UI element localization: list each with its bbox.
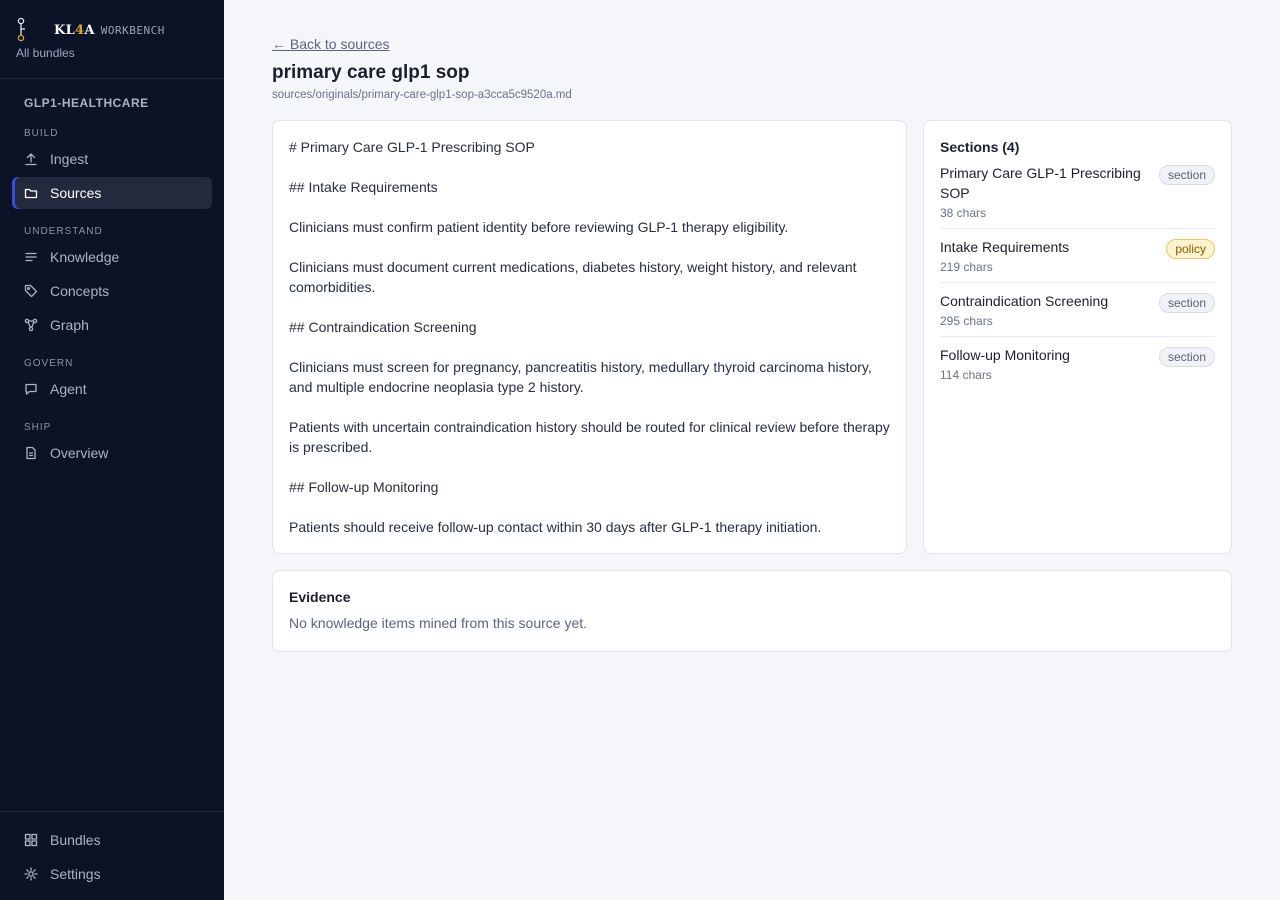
sidebar: KL4A WORKBENCH All bundles GLP1-HEALTHCA… — [0, 0, 224, 900]
group-label-ship: SHIP — [24, 422, 52, 433]
section-char-count: 219 chars — [940, 260, 993, 274]
section-char-count: 114 chars — [940, 368, 992, 382]
sidebar-item-sources[interactable]: Sources — [12, 177, 212, 209]
section-type-badge: section — [1158, 347, 1215, 367]
section-char-count: 38 chars — [940, 206, 987, 220]
sidebar-item-label: Sources — [50, 185, 102, 201]
section-type-badge: section — [1158, 165, 1215, 185]
sidebar-item-overview[interactable]: Overview — [12, 437, 212, 469]
logo-icon — [16, 16, 44, 44]
evidence-title: Evidence — [289, 589, 351, 605]
sidebar-item-knowledge[interactable]: Knowledge — [12, 241, 212, 273]
document-heading: ## Follow-up Monitoring — [289, 479, 439, 495]
document-content-card: # Primary Care GLP-1 Prescribing SOP ## I… — [272, 120, 907, 554]
sidebar-item-graph[interactable]: Graph — [12, 309, 212, 341]
brand-header: KL4A WORKBENCH All bundles — [0, 0, 224, 79]
group-label-understand: UNDERSTAND — [24, 226, 103, 237]
section-name: Contraindication Screening — [940, 293, 1109, 309]
all-bundles-link[interactable]: All bundles — [16, 46, 75, 60]
document-heading: # Primary Care GLP-1 Prescribing SOP — [289, 139, 535, 155]
sections-list: Primary Care GLP-1 Prescribing SOP 38 cha… — [940, 163, 1215, 390]
tag-icon — [24, 284, 38, 298]
document-spacer — [289, 297, 890, 317]
sidebar-item-settings[interactable]: Settings — [12, 858, 212, 890]
section-item[interactable]: Follow-up Monitoring 114 chars section — [940, 345, 1215, 390]
document-spacer — [289, 197, 890, 217]
brand-name: KL4A — [54, 22, 95, 38]
section-info: Follow-up Monitoring 114 chars — [940, 345, 1070, 382]
sidebar-item-label: Overview — [50, 445, 109, 461]
section-item[interactable]: Primary Care GLP-1 Prescribing SOP 38 cha… — [940, 163, 1215, 229]
sidebar-item-label: Ingest — [50, 151, 89, 167]
sections-panel: Sections (4) Primary Care GLP-1 Prescrib… — [923, 120, 1232, 554]
source-path: sources/originals/primary-care-glp1-sop-… — [272, 89, 572, 101]
document-spacer — [289, 237, 890, 257]
document-icon — [24, 446, 38, 460]
sidebar-item-label: Bundles — [50, 832, 101, 848]
sections-title: Sections (4) — [940, 139, 1020, 155]
evidence-empty-text: No knowledge items mined from this sourc… — [289, 615, 588, 631]
group-label-govern: GOVERN — [24, 358, 74, 369]
upload-icon — [24, 152, 38, 166]
document-paragraph-line: and multiple endocrine neoplasia type 2 … — [289, 379, 584, 395]
sidebar-item-label: Knowledge — [50, 249, 120, 265]
sidebar-item-agent[interactable]: Agent — [12, 373, 212, 405]
document-heading: ## Contraindication Screening — [289, 319, 477, 335]
list-icon — [24, 250, 38, 264]
folder-icon — [24, 186, 38, 200]
graph-icon — [24, 318, 38, 332]
chat-icon — [24, 382, 38, 396]
section-type-badge: section — [1158, 293, 1215, 313]
main-content: ← Back to sources primary care glp1 sop … — [224, 0, 1280, 900]
sidebar-item-label: Concepts — [50, 283, 110, 299]
document-spacer — [289, 337, 890, 357]
document-spacer — [289, 397, 890, 417]
section-info: Intake Requirements 219 chars — [940, 237, 1069, 274]
section-info: Contraindication Screening 295 chars — [940, 291, 1108, 328]
document-heading: ## Intake Requirements — [289, 179, 438, 195]
section-name: Intake Requirements — [940, 239, 1070, 255]
document-spacer — [289, 457, 890, 477]
section-name: Follow-up Monitoring — [940, 347, 1070, 363]
sidebar-item-label: Agent — [50, 381, 87, 397]
sidebar-item-bundles[interactable]: Bundles — [12, 824, 212, 856]
evidence-panel: Evidence No knowledge items mined from t… — [272, 570, 1232, 652]
document-paragraph-line: Patients should receive follow-up contac… — [289, 519, 822, 535]
sidebar-item-ingest[interactable]: Ingest — [12, 143, 212, 175]
sidebar-bottom: Bundles Settings — [0, 811, 224, 900]
brand-subtitle: WORKBENCH — [100, 23, 165, 37]
back-to-sources-link[interactable]: ← Back to sources — [272, 36, 390, 52]
section-item[interactable]: Contraindication Screening 295 chars secti… — [940, 291, 1215, 337]
document-paragraph-line: Clinicians must confirm patient identity… — [289, 219, 789, 235]
sidebar-item-label: Graph — [50, 317, 89, 333]
sidebar-item-concepts[interactable]: Concepts — [12, 275, 212, 307]
sidebar-item-label: Settings — [50, 866, 101, 882]
section-char-count: 295 chars — [940, 314, 993, 328]
gear-icon — [24, 867, 38, 881]
brand-row[interactable]: KL4A WORKBENCH — [16, 16, 208, 44]
section-item[interactable]: Intake Requirements 219 chars policy — [940, 237, 1215, 283]
group-label-build: BUILD — [24, 128, 59, 139]
page-title: primary care glp1 sop — [272, 62, 470, 83]
document-spacer — [289, 157, 890, 177]
grid-icon — [24, 833, 38, 847]
section-type-badge: policy — [1166, 239, 1215, 259]
document-paragraph-line: Clinicians must document current medicat… — [289, 259, 857, 275]
document-paragraph-line: is prescribed. — [289, 439, 373, 455]
document-paragraph-line: comorbidities. — [289, 279, 376, 295]
document-spacer — [289, 497, 890, 517]
bundle-name: GLP1-HEALTHCARE — [24, 96, 149, 110]
document-paragraph-line: Patients with uncertain contraindication… — [289, 419, 890, 435]
document-paragraph-line: Clinicians must screen for pregnancy, pa… — [289, 359, 872, 375]
document-body: # Primary Care GLP-1 Prescribing SOP ## I… — [289, 137, 890, 537]
section-name: Primary Care GLP-1 Prescribing SOP — [940, 165, 1141, 201]
section-info: Primary Care GLP-1 Prescribing SOP 38 cha… — [940, 163, 1159, 220]
